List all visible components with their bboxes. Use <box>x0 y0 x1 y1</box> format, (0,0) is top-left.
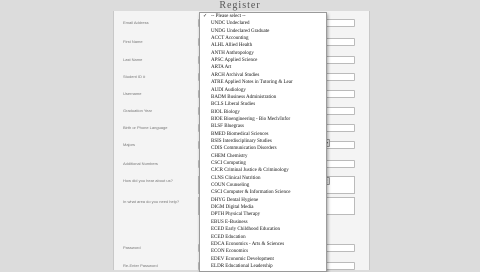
dropdown-option-label: CSCI Computing <box>211 161 246 166</box>
dropdown-option-label: APSC Applied Science <box>211 58 258 64</box>
dropdown-option[interactable]: COUN Counseling <box>200 183 326 189</box>
dropdown-option[interactable]: CSCI Computing <box>200 161 326 167</box>
dropdown-option-label: DHYG Dental Hygiene <box>211 197 259 203</box>
dropdown-option[interactable]: APSC Applied Science <box>200 58 326 64</box>
dropdown-option[interactable]: EDCA Economics - Arts & Sciences <box>200 242 326 248</box>
dropdown-option-label: ECON Economics <box>211 249 249 255</box>
username-label: Username <box>123 91 142 96</box>
dropdown-option[interactable]: ECED Education <box>200 235 326 241</box>
dropdown-option-label: DIGM Digital Media <box>211 205 254 211</box>
dropdown-option-label: ECED Early Childhood Education <box>211 227 281 233</box>
dropdown-option[interactable]: DHYG Dental Hygiene <box>200 198 326 204</box>
dropdown-option[interactable]: CJCR Criminal Justice & Criminology <box>200 168 326 174</box>
dropdown-option[interactable]: BIOE Bioengineering - Bio Mech/Infor <box>200 117 326 123</box>
dropdown-option-label: CHEM Chemistry <box>211 153 248 159</box>
dropdown-option-label: CJCR Criminal Justice & Criminology <box>211 168 289 174</box>
dropdown-option-label: EDCA Economics - Arts & Sciences <box>211 241 285 247</box>
dropdown-option-label: ECED Education <box>211 234 246 240</box>
dropdown-option-label: CSCI Computer & Information Science <box>211 190 291 196</box>
dropdown-option[interactable]: AUDI Audiology <box>200 88 326 94</box>
dropdown-option-label: BSIS Interdisciplinary Studies <box>211 138 272 144</box>
dropdown-option-label: ARTA Art <box>211 65 232 71</box>
password-label: Password <box>123 245 141 250</box>
dropdown-option-label: ANTH Anthropology <box>211 50 254 56</box>
first-name-label: First Name <box>123 39 143 44</box>
dropdown-option[interactable]: ECED Early Childhood Education <box>200 227 326 233</box>
dropdown-option[interactable]: BSIS Interdisciplinary Studies <box>200 139 326 145</box>
dropdown-option-label: ATRE Applied Notes in Tutoring & Lear <box>211 80 293 86</box>
dropdown-option[interactable]: BADM Business Administration <box>200 95 326 101</box>
dropdown-option-label: DPTH Physical Therapy <box>211 212 261 218</box>
dropdown-option[interactable]: EDEV Economic Development <box>200 257 326 263</box>
last-name-label: Last Name <box>123 57 143 62</box>
dropdown-option-label: BCLS Liberal Studies <box>211 102 256 108</box>
dropdown-option[interactable]: BLSF Bluegrass <box>200 124 326 130</box>
dropdown-option[interactable]: UNDG Undeclared Graduate <box>200 29 326 35</box>
dropdown-option-label: BMED Biomedical Sciences <box>211 131 269 137</box>
dropdown-option[interactable]: ECON Economics <box>200 249 326 255</box>
dropdown-option[interactable]: ATRE Applied Notes in Tutoring & Lear <box>200 80 326 86</box>
dropdown-option[interactable]: BCLS Liberal Studies <box>200 102 326 108</box>
student-id-label: Student ID # <box>123 74 146 79</box>
dropdown-option-label: -- Please select -- <box>211 14 246 19</box>
dropdown-option[interactable]: CLNS Clinical Nutrition <box>200 176 326 182</box>
additional-numbers-label: Additional Numbers <box>123 161 158 166</box>
dropdown-option[interactable]: CHEM Chemistry <box>200 154 326 160</box>
dropdown-option[interactable]: ELDR Educational Leadership <box>200 264 326 270</box>
dropdown-option-label: EBUS E-Business <box>211 219 248 225</box>
dropdown-option[interactable]: ✓ -- Please select -- <box>200 14 326 20</box>
page-title: Register <box>219 0 261 11</box>
dropdown-option[interactable]: ARTA Art <box>200 65 326 71</box>
dropdown-option-label: UNDC Undeclared <box>211 21 250 27</box>
dropdown-option-label: CLNS Clinical Nutrition <box>211 175 261 181</box>
dropdown-option-label: ACCT Accounting <box>211 36 249 42</box>
dropdown-option[interactable]: DIGM Digital Media <box>200 205 326 211</box>
dropdown-option[interactable]: CSCI Computer & Information Science <box>200 190 326 196</box>
email-label: Email Address <box>123 20 149 25</box>
dropdown-option-label: CDIS Communication Disorders <box>211 146 277 152</box>
dropdown-option[interactable]: DPTH Physical Therapy <box>200 212 326 218</box>
dropdown-option[interactable]: BIOL Biology <box>200 110 326 116</box>
graduation-year-label: Graduation Year <box>123 108 152 113</box>
language-label: Birth or Phone Language <box>123 125 168 130</box>
dropdown-option[interactable]: UNDC Undeclared <box>200 21 326 27</box>
reenter-password-label: Re-Enter Password <box>123 263 158 268</box>
dropdown-option-label: AUDI Audiology <box>211 87 246 93</box>
dropdown-option[interactable]: ACCT Accounting <box>200 36 326 42</box>
dropdown-option[interactable]: ARCH Archival Studies <box>200 73 326 79</box>
dropdown-option-label: UNDG Undeclared Graduate <box>211 28 270 34</box>
dropdown-option-label: BIOL Biology <box>211 109 240 115</box>
help-area-label: In what area do you need help? <box>123 199 180 204</box>
dropdown-option-label: ELDR Educational Leadership <box>211 263 273 269</box>
dropdown-option[interactable]: EBUS E-Business <box>200 220 326 226</box>
hear-about-label: How did you hear about us? <box>123 178 173 183</box>
dropdown-option[interactable]: ANTH Anthropology <box>200 51 326 57</box>
dropdown-option-label: COUN Counseling <box>211 183 250 189</box>
dropdown-option-label: BIOE Bioengineering - Bio Mech/Infor <box>211 116 291 122</box>
check-icon: ✓ <box>203 14 208 19</box>
dropdown-option[interactable]: BMED Biomedical Sciences <box>200 132 326 138</box>
dropdown-option-label: BLSF Bluegrass <box>211 124 244 130</box>
majors-dropdown-list[interactable]: ✓ -- Please select -- UNDC Undeclared UNDG … <box>199 12 327 272</box>
dropdown-option[interactable]: CDIS Communication Disorders <box>200 146 326 152</box>
dropdown-option-label: ALHL Allied Health <box>211 43 253 49</box>
dropdown-option-label: ARCH Archival Studies <box>211 72 260 78</box>
dropdown-option-label: BADM Business Administration <box>211 94 277 100</box>
majors-label: Majors <box>123 142 136 147</box>
dropdown-option[interactable]: ALHL Allied Health <box>200 43 326 49</box>
dropdown-option-label: EDEV Economic Development <box>211 256 274 262</box>
